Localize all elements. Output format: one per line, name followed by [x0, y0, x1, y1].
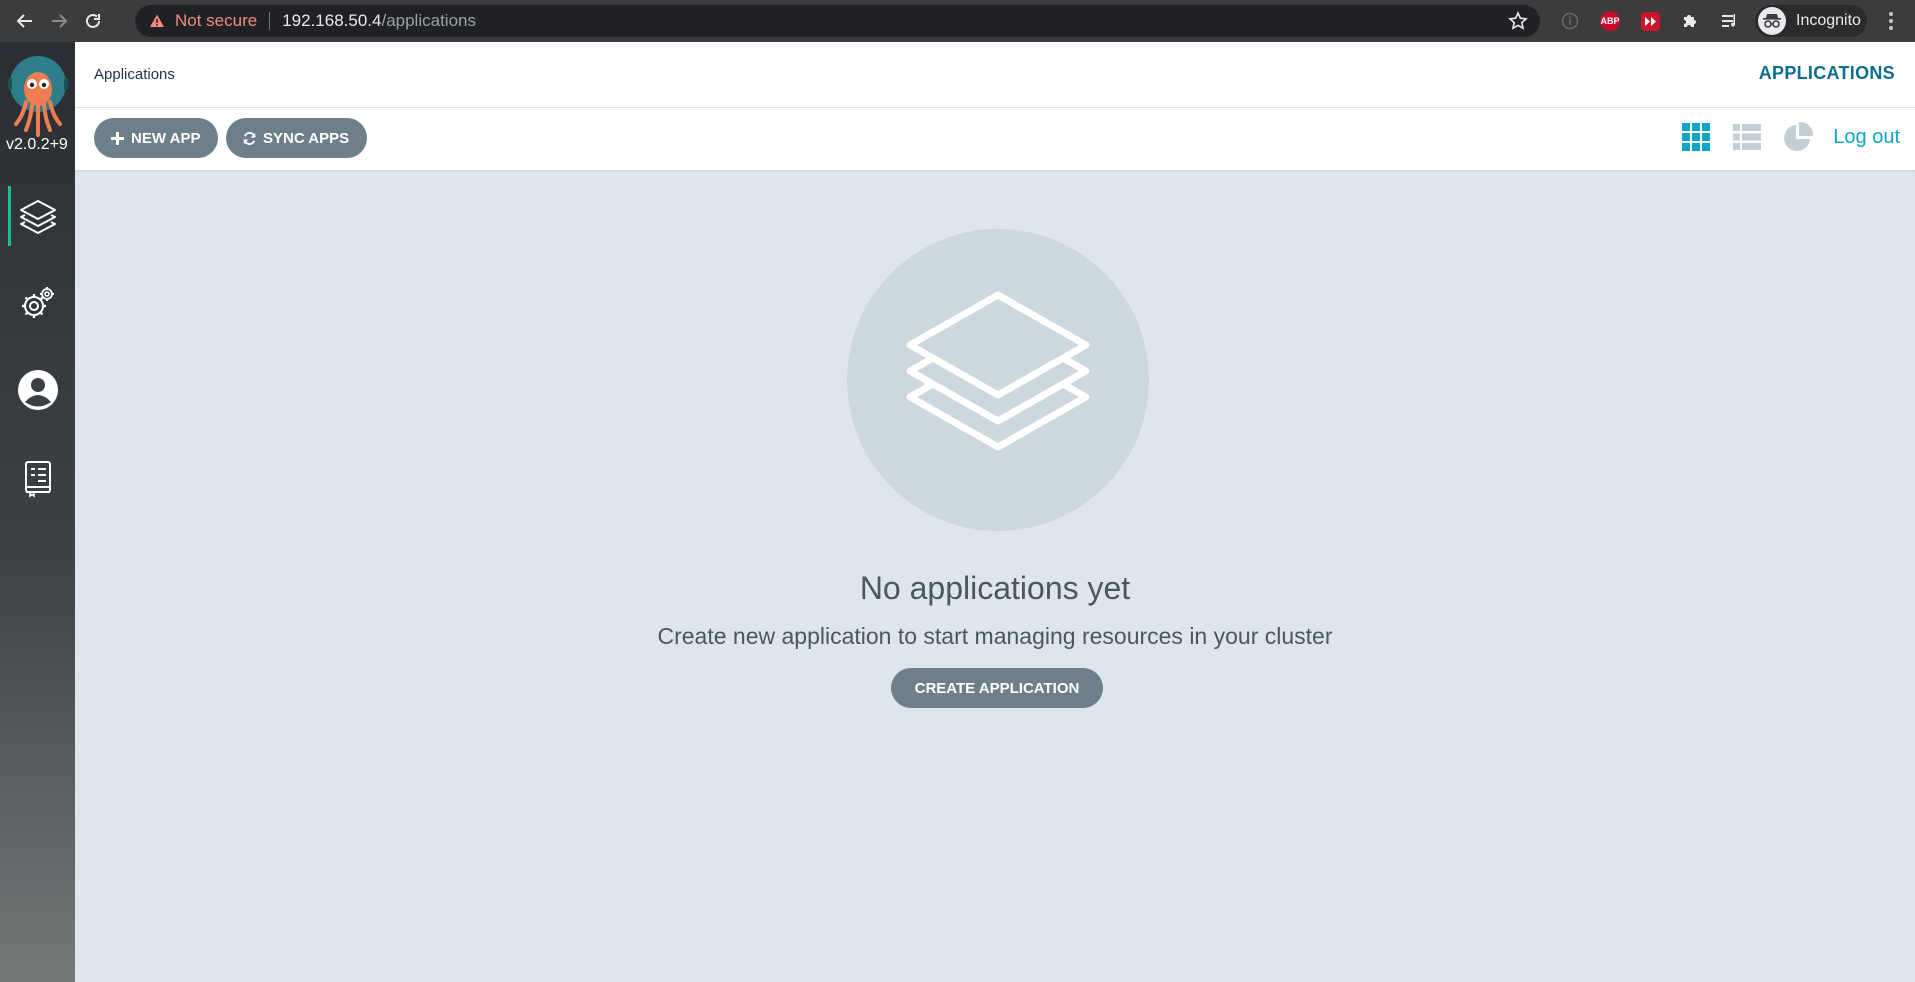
- url-host: 192.168.50.4: [282, 11, 382, 30]
- plus-icon: [111, 131, 124, 145]
- bookmark-star-icon[interactable]: [1508, 11, 1528, 31]
- incognito-profile-button[interactable]: Incognito: [1755, 5, 1867, 37]
- reload-icon[interactable]: [80, 8, 106, 34]
- page-header: Applications APPLICATIONS: [75, 42, 1915, 108]
- docs-icon: [24, 461, 51, 498]
- back-icon[interactable]: [12, 8, 38, 34]
- incognito-label: Incognito: [1796, 12, 1861, 29]
- breadcrumb[interactable]: Applications: [94, 66, 175, 83]
- gears-icon: [21, 287, 54, 318]
- empty-state-illustration: [847, 229, 1149, 531]
- refresh-icon: [243, 131, 256, 145]
- empty-state-subtitle: Create new application to start managing…: [657, 623, 1333, 649]
- page-title: APPLICATIONS: [1758, 63, 1895, 83]
- empty-state-title: No applications yet: [859, 570, 1131, 606]
- adblock-label: ABP: [1600, 11, 1620, 31]
- user-icon: [17, 370, 58, 410]
- omnibox-divider: [269, 12, 271, 30]
- create-application-button[interactable]: CREATE APPLICATION: [891, 668, 1103, 708]
- address-bar[interactable]: Not secure 192.168.50.4 /applications: [135, 5, 1540, 37]
- sidebar-item-user-info[interactable]: [0, 360, 75, 420]
- logout-link[interactable]: Log out: [1833, 126, 1900, 149]
- security-label[interactable]: Not secure: [175, 11, 257, 31]
- info-icon[interactable]: [1558, 9, 1582, 33]
- puzzle-extensions-icon[interactable]: [1678, 9, 1702, 33]
- version-label: v2.0.2+9: [6, 136, 68, 153]
- new-app-label: NEW APP: [131, 129, 201, 147]
- list-view-icon[interactable]: [1730, 120, 1764, 154]
- sidebar-item-documentation[interactable]: [0, 448, 75, 508]
- tiles-view-icon[interactable]: [1679, 120, 1713, 154]
- incognito-icon: [1758, 7, 1786, 35]
- url-path: /applications: [381, 11, 476, 30]
- sidebar-item-applications[interactable]: [0, 186, 75, 246]
- layers-icon: [906, 291, 1090, 451]
- media-queue-icon[interactable]: [1718, 9, 1742, 33]
- new-app-button[interactable]: NEW APP: [94, 118, 219, 158]
- adblock-extension-icon[interactable]: ABP: [1598, 9, 1622, 33]
- sidebar: v2.0.2+9: [0, 42, 75, 982]
- sidebar-item-settings[interactable]: [0, 273, 75, 333]
- extension-red-icon[interactable]: [1638, 9, 1662, 33]
- applications-toolbar: NEW APP SYNC APPS Log out: [75, 108, 1915, 170]
- browser-menu-icon[interactable]: [1883, 10, 1899, 32]
- summary-view-icon[interactable]: [1781, 120, 1815, 154]
- warning-icon: [150, 14, 164, 27]
- browser-toolbar: Not secure 192.168.50.4 /applications AB…: [0, 0, 1915, 42]
- forward-icon[interactable]: [46, 8, 72, 34]
- sync-apps-label: SYNC APPS: [263, 129, 350, 147]
- argo-logo[interactable]: [8, 56, 68, 138]
- layers-icon: [19, 200, 56, 234]
- sync-apps-button[interactable]: SYNC APPS: [226, 118, 368, 158]
